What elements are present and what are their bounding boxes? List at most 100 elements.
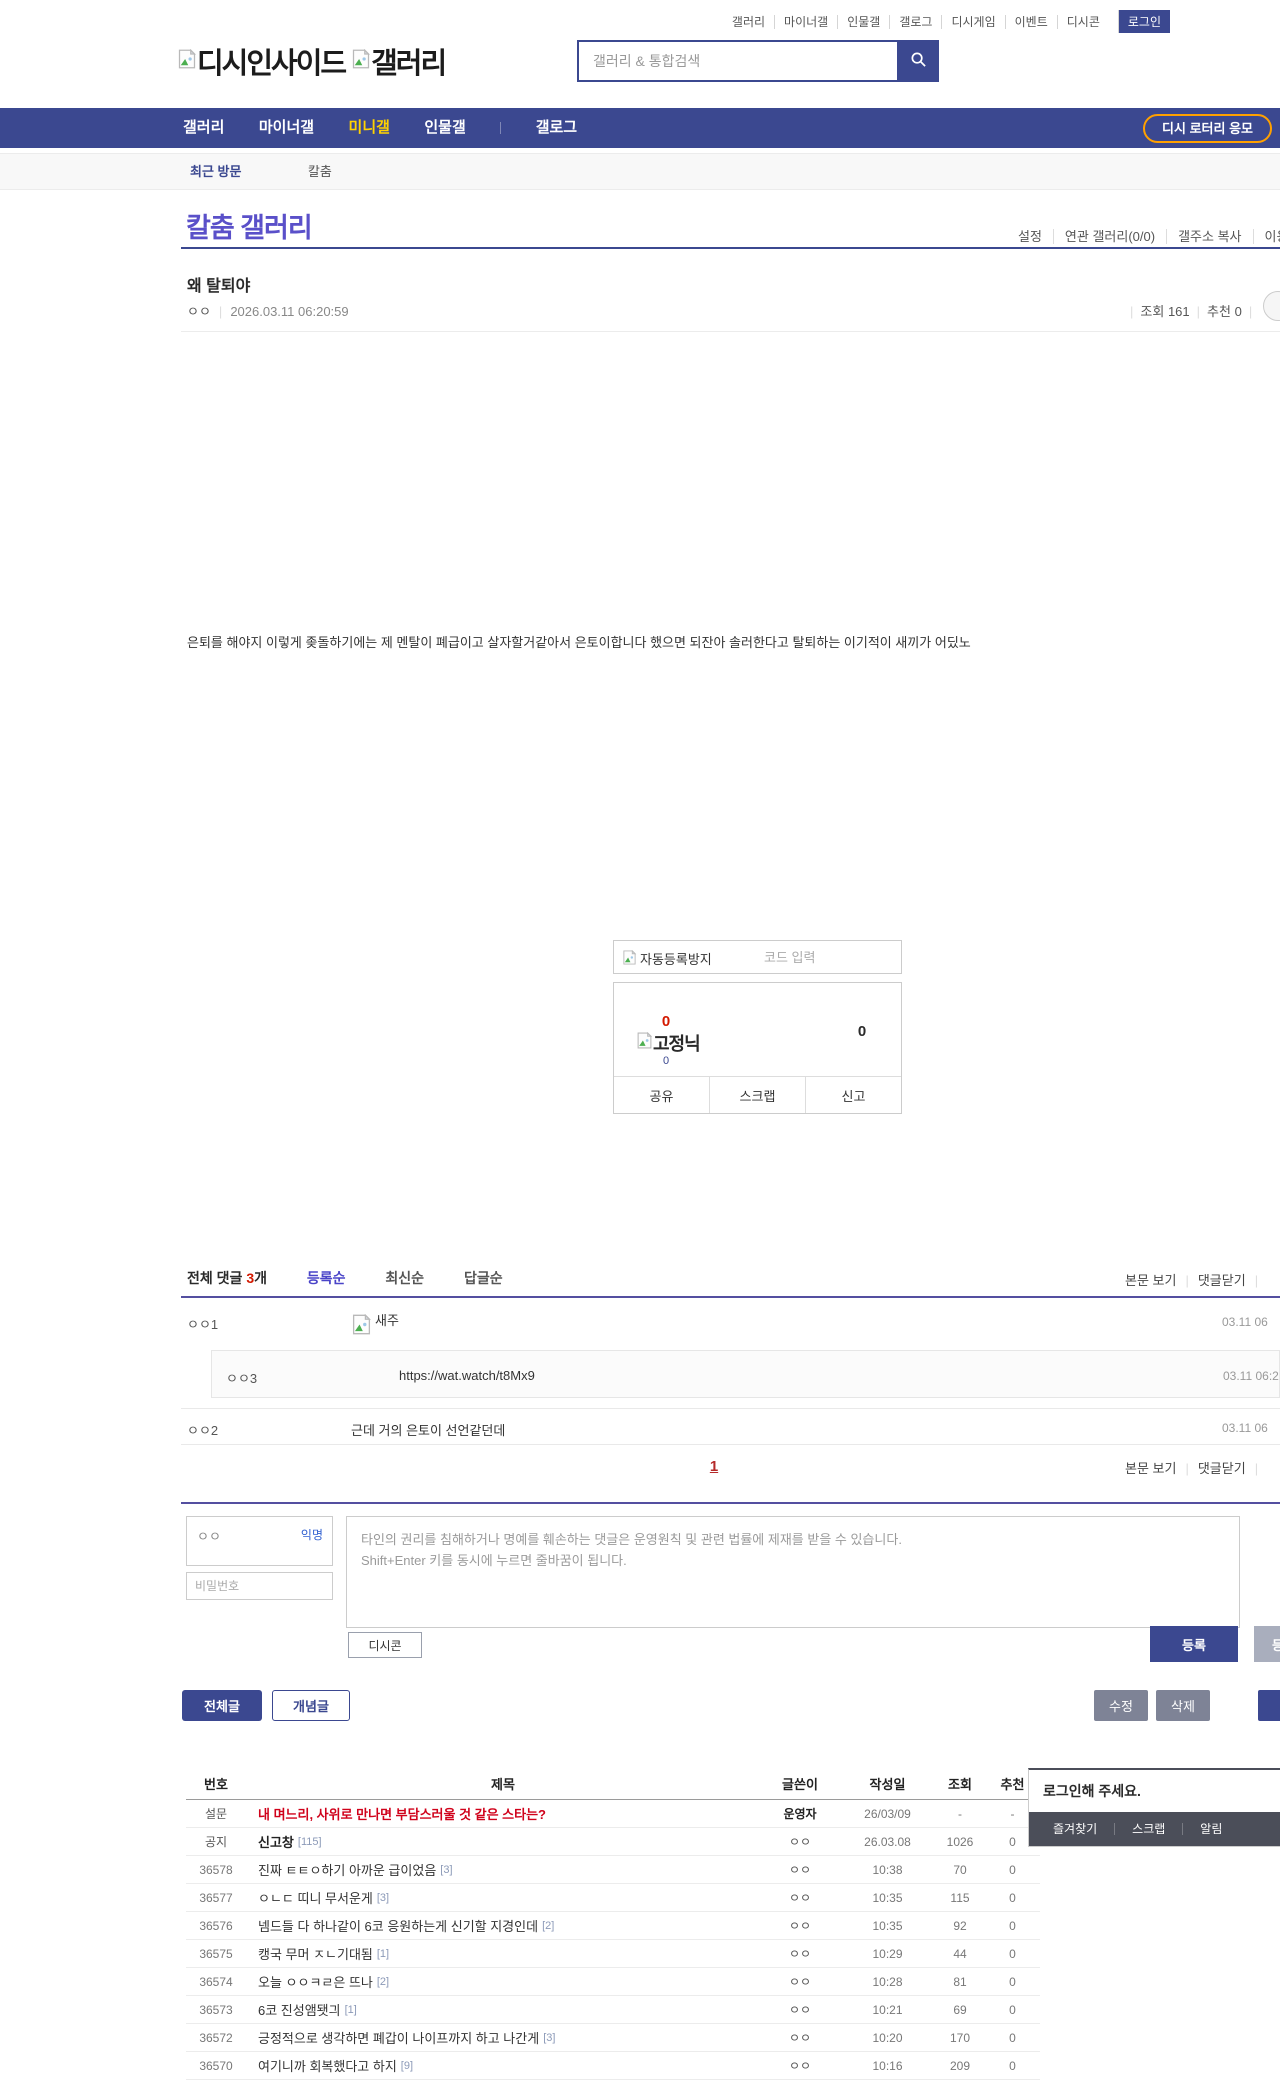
nav-minor-gallery[interactable]: 마이너갤 xyxy=(259,119,314,136)
view-post-link[interactable]: 본문 보기 xyxy=(1125,1273,1176,1288)
search-box xyxy=(577,40,939,82)
copy-address-link[interactable]: 갤주소 복사 xyxy=(1166,229,1253,244)
comment-count-badge: [1] xyxy=(376,1947,390,1960)
write-post-button[interactable]: 글 xyxy=(1258,1690,1280,1721)
captcha-code-input[interactable] xyxy=(764,942,894,972)
comment-count-badge: [115] xyxy=(297,1835,322,1848)
post-link[interactable]: 내 며느리, 사위로 만나면 부담스러울 것 같은 스타는? xyxy=(258,1804,546,1823)
top-link-person[interactable]: 인물갤 xyxy=(837,15,890,29)
nav-person-gallery[interactable]: 인물갤 xyxy=(424,119,465,136)
post-number: 36578 xyxy=(199,1862,233,1877)
post-date: 10:20 xyxy=(872,2030,903,2045)
post-date: 10:29 xyxy=(872,1946,903,1961)
breadcrumb: 최근 방문 칼춤 xyxy=(0,153,1280,190)
site-logo[interactable]: 디시인사이드 갤러리 xyxy=(177,40,447,82)
usage-guide-link[interactable]: 이용 xyxy=(1252,229,1280,244)
page-number-1[interactable]: 1 xyxy=(710,1458,718,1475)
dc-lottery-button[interactable]: 디시 로터리 응모 xyxy=(1143,114,1272,143)
top-link-minor[interactable]: 마이너갤 xyxy=(774,15,838,29)
post-number: 36577 xyxy=(199,1890,233,1905)
close-comments-link[interactable]: 댓글닫기 xyxy=(1198,1273,1246,1288)
broken-image-icon xyxy=(351,1313,372,1338)
broken-image-icon xyxy=(622,949,637,968)
sort-by-newest[interactable]: 최신순 xyxy=(385,1270,424,1286)
vote-box: 0 고정닉 0 0 공유 스크랩 신고 xyxy=(613,982,902,1114)
breadcrumb-recent-visit[interactable]: 최근 방문 xyxy=(190,164,241,179)
tab-notifications[interactable]: 알림 xyxy=(1182,1823,1239,1835)
report-button[interactable]: 신고 xyxy=(805,1077,901,1113)
tab-favorites[interactable]: 즐겨찾기 xyxy=(1053,1823,1114,1835)
top-link-event[interactable]: 이벤트 xyxy=(1004,15,1057,29)
table-row: 공지 신고창 [115] ㅇㅇ 26.03.08 1026 0 xyxy=(186,1828,1040,1856)
dccon-button[interactable]: 디시콘 xyxy=(348,1632,422,1658)
search-button[interactable] xyxy=(897,40,939,82)
breadcrumb-current-gallery[interactable]: 칼춤 xyxy=(308,164,332,179)
post-date: 26/03/09 xyxy=(864,1806,911,1821)
post-link[interactable]: 오늘 ㅇㅇㅋㄹ은 뜨나 xyxy=(258,1972,373,1991)
comment-author[interactable]: ㅇㅇ1 xyxy=(187,1314,218,1333)
post-views: 115 xyxy=(950,1890,970,1905)
post-author: ㅇㅇ xyxy=(788,1863,812,1877)
post-list-table: 번호 제목 글쓴이 작성일 조회 추천 설문 내 며느리, 사위로 만나면 부담… xyxy=(186,1768,1040,2080)
post-date: 2026.03.11 06:20:59 xyxy=(230,304,349,319)
login-button[interactable]: 로그인 xyxy=(1117,10,1170,33)
post-author: ㅇㅇ xyxy=(788,1975,812,1989)
nav-mini-gallery[interactable]: 미니갤 xyxy=(349,119,390,136)
top-link-dccon[interactable]: 디시콘 xyxy=(1056,15,1109,29)
related-gallery-link[interactable]: 연관 갤러리(0/0) xyxy=(1052,229,1167,244)
search-input[interactable] xyxy=(579,42,889,80)
post-author: ㅇㅇ xyxy=(788,2059,812,2073)
recommend-count: 0 xyxy=(1234,304,1242,319)
anonymous-toggle[interactable]: 익명 xyxy=(301,1526,323,1543)
table-row: 36578 진짜 ㅌㅌㅇ하기 아까운 급이었음 [3] ㅇㅇ 10:38 70 0 xyxy=(186,1856,1040,1884)
comment-placeholder-line1: 타인의 권리를 침해하거나 명예를 훼손하는 댓글은 운영원칙 및 관련 법률에… xyxy=(361,1532,902,1547)
post-author: ㅇㅇ xyxy=(788,1947,812,1961)
top-link-dcgame[interactable]: 디시게임 xyxy=(941,15,1005,29)
post-link[interactable]: 6코 진성앰됏긔 xyxy=(258,2000,341,2019)
comment-count-badge: [2] xyxy=(376,1975,390,1988)
close-comments-link[interactable]: 댓글닫기 xyxy=(1198,1461,1246,1476)
comment-divider xyxy=(181,1444,1280,1445)
post-link[interactable]: ㅇㄴㄷ 띠니 무서운게 xyxy=(258,1888,373,1907)
downvote-count: 0 xyxy=(857,1023,867,1040)
view-post-link[interactable]: 본문 보기 xyxy=(1125,1461,1176,1476)
page-title[interactable]: 칼춤 갤러리 xyxy=(186,206,313,245)
comment-submit-button-secondary[interactable]: 등록 xyxy=(1254,1626,1280,1662)
post-author[interactable]: ㅇㅇ xyxy=(187,304,211,319)
scrap-button[interactable]: 스크랩 xyxy=(709,1077,805,1113)
post-link[interactable]: 여기니까 회복했다고 하지 xyxy=(258,2056,397,2075)
sort-by-registered[interactable]: 등록순 xyxy=(307,1270,346,1286)
top-link-gallog[interactable]: 갤로그 xyxy=(889,15,942,29)
comment-author[interactable]: ㅇㅇ2 xyxy=(187,1420,218,1439)
write-nickname: ㅇㅇ xyxy=(197,1529,221,1544)
post-link[interactable]: 캥국 무머 ㅈㄴ기대됨 xyxy=(258,1944,373,1963)
post-link[interactable]: 긍정적으로 생각하면 폐갑이 나이프까지 하고 나간게 xyxy=(258,2028,539,2047)
comment-password-input[interactable] xyxy=(186,1572,333,1600)
meta-circle-button[interactable] xyxy=(1263,291,1280,321)
post-link[interactable]: 넴드들 다 하나같이 6코 응원하는게 신기할 지경인데 xyxy=(258,1916,538,1935)
comment-link-text[interactable]: https://wat.watch/t8Mx9 xyxy=(399,1368,535,1383)
all-posts-button[interactable]: 전체글 xyxy=(182,1690,262,1721)
comment-content: 새주 xyxy=(351,1313,399,1338)
delete-post-button[interactable]: 삭제 xyxy=(1156,1690,1210,1721)
sort-by-reply[interactable]: 답글순 xyxy=(464,1270,503,1286)
table-row: 36573 6코 진성앰됏긔 [1] ㅇㅇ 10:21 69 0 xyxy=(186,1996,1040,2024)
post-recommend: 0 xyxy=(1009,1946,1016,1961)
share-button[interactable]: 공유 xyxy=(614,1077,709,1113)
edit-post-button[interactable]: 수정 xyxy=(1094,1690,1148,1721)
comment-author[interactable]: ㅇㅇ3 xyxy=(226,1368,257,1387)
gallery-settings-link[interactable]: 설정 xyxy=(1007,229,1053,244)
nav-gallog[interactable]: 갤로그 xyxy=(536,119,577,136)
comment-date: 03.11 06:2 xyxy=(1223,1369,1279,1383)
best-posts-button[interactable]: 개념글 xyxy=(272,1690,350,1721)
post-link[interactable]: 신고창 xyxy=(258,1832,294,1851)
post-link[interactable]: 진짜 ㅌㅌㅇ하기 아까운 급이었음 xyxy=(258,1860,436,1879)
broken-image-icon xyxy=(636,1031,653,1054)
top-link-gallery[interactable]: 갤러리 xyxy=(723,15,774,29)
tab-scrap[interactable]: 스크랩 xyxy=(1114,1823,1182,1835)
comment-textarea[interactable]: 타인의 권리를 침해하거나 명예를 훼손하는 댓글은 운영원칙 및 관련 법률에… xyxy=(346,1516,1240,1628)
comment-submit-button[interactable]: 등록 xyxy=(1150,1626,1238,1662)
nav-gallery[interactable]: 갤러리 xyxy=(183,119,224,136)
top-utility-bar: 갤러리 마이너갤 인물갤 갤로그 디시게임 이벤트 디시콘 로그인 xyxy=(0,10,1170,33)
post-meta: ㅇㅇ | 2026.03.11 06:20:59 xyxy=(187,304,349,319)
